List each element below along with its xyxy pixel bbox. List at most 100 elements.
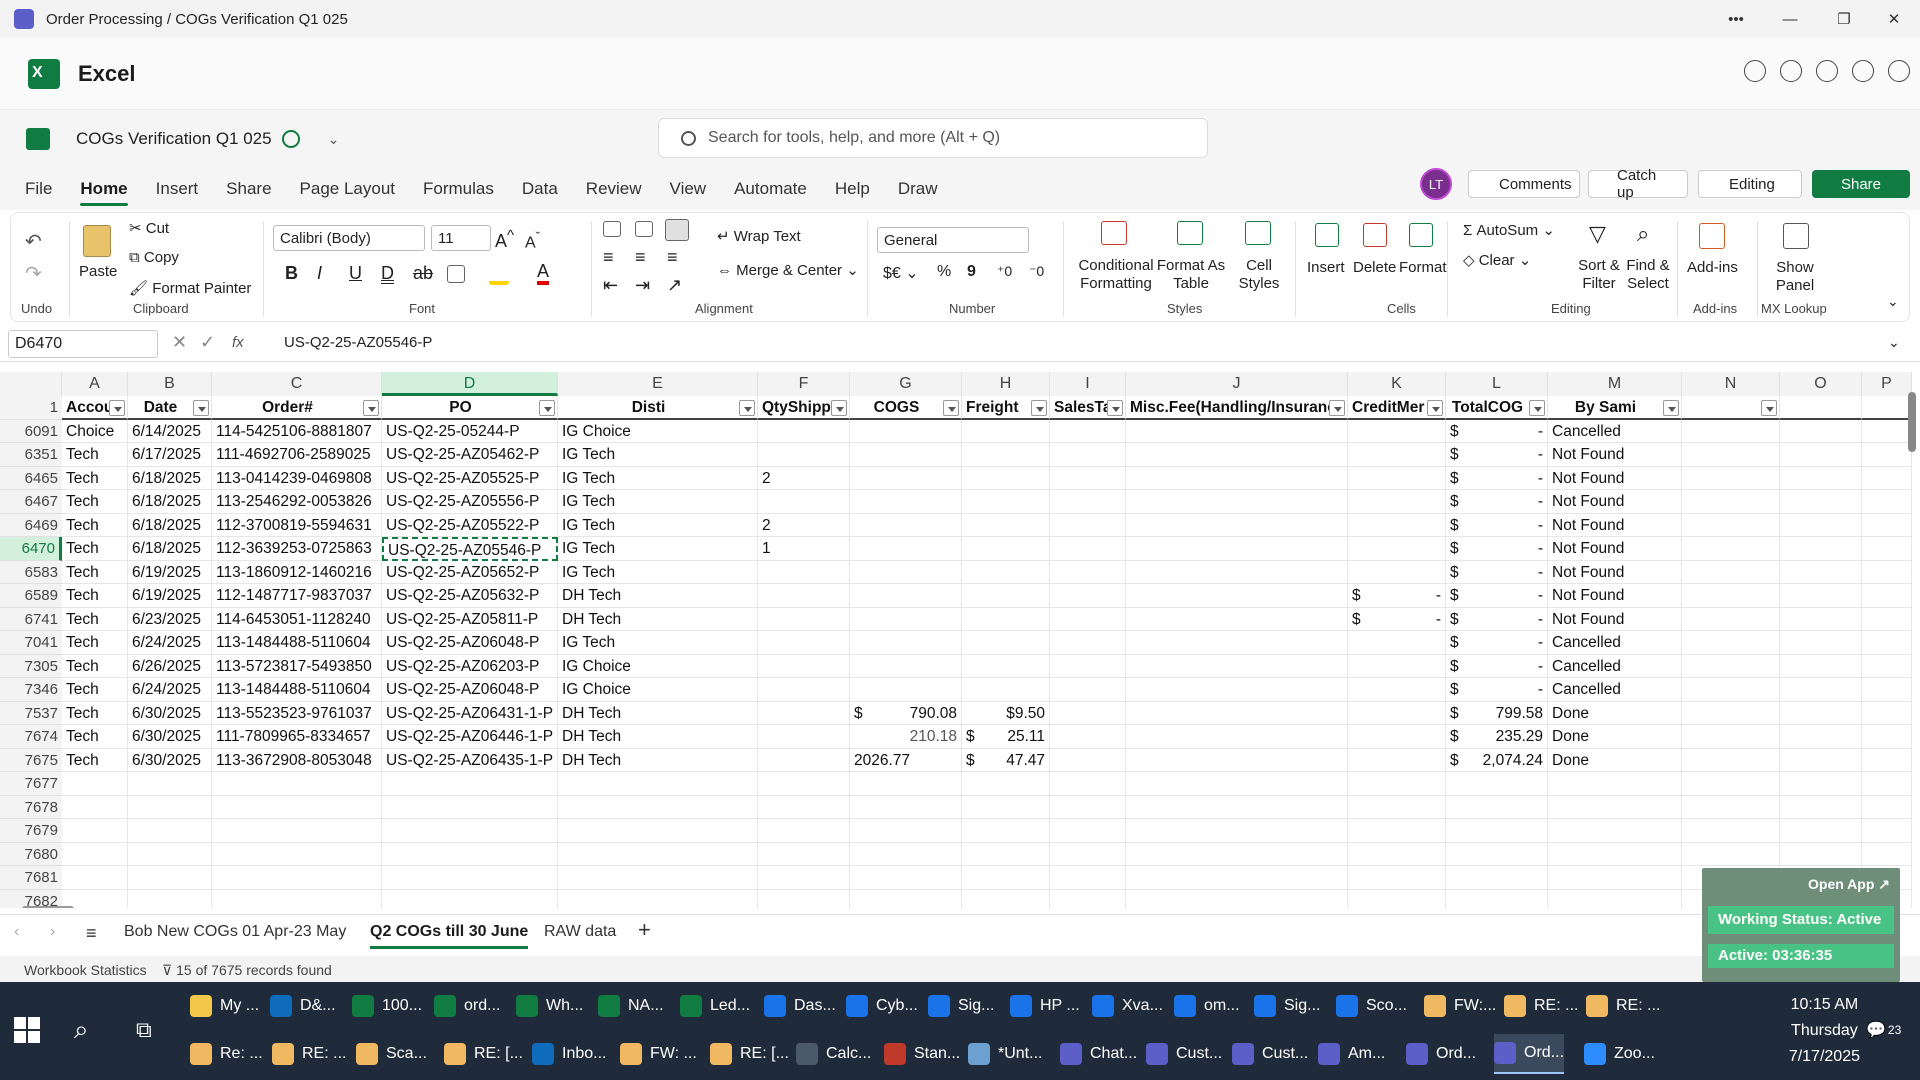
table-cell[interactable] — [1780, 819, 1862, 843]
taskbar-app-button[interactable]: FW:... — [1424, 986, 1496, 1026]
filter-dropdown-icon[interactable] — [1663, 400, 1679, 416]
cell-account[interactable]: Tech — [62, 490, 128, 514]
table-cell[interactable] — [1050, 866, 1126, 890]
table-cell[interactable] — [1682, 772, 1780, 796]
cell-qty-shipped[interactable]: 2 — [758, 513, 850, 537]
table-cell[interactable] — [1862, 701, 1912, 725]
cell-freight-value[interactable] — [962, 631, 1050, 655]
cell-misc-fee[interactable] — [1126, 466, 1348, 490]
cell-sales-tax[interactable] — [1050, 490, 1126, 514]
addins-icon[interactable] — [1699, 223, 1725, 249]
align-middle-icon[interactable] — [635, 221, 653, 237]
cell-disti[interactable]: DH Tech — [558, 725, 758, 749]
cell-disti[interactable]: IG Tech — [558, 631, 758, 655]
cell-by-sami[interactable]: Cancelled — [1548, 419, 1682, 443]
column-header-a[interactable]: A — [62, 372, 128, 396]
undo-icon[interactable]: ↶ — [25, 229, 42, 254]
cell-account[interactable]: Tech — [62, 631, 128, 655]
cell-date[interactable]: 6/18/2025 — [128, 537, 212, 561]
taskbar-app-button[interactable]: Cust... — [1146, 1034, 1222, 1074]
table-cell[interactable] — [558, 772, 758, 796]
cell-po[interactable]: US-Q2-25-AZ05632-P — [382, 584, 558, 608]
notification-center-icon[interactable]: 💬 23 — [1866, 1010, 1901, 1050]
all-sheets-icon[interactable]: ≡ — [86, 923, 97, 944]
cell-styles-icon[interactable] — [1245, 221, 1271, 245]
cell-po[interactable]: US-Q2-25-AZ06203-P — [382, 654, 558, 678]
table-cell[interactable] — [1682, 819, 1780, 843]
cell-by-sami[interactable]: Not Found — [1548, 490, 1682, 514]
row-header[interactable]: 7305 — [0, 654, 62, 678]
cell-po[interactable]: US-Q2-25-AZ05811-P — [382, 607, 558, 631]
column-header-g[interactable]: G — [850, 372, 962, 396]
cut-button[interactable]: ✂ Cut — [129, 219, 169, 237]
cell-credit-memo-value[interactable] — [1348, 443, 1446, 467]
tab-home[interactable]: Home — [66, 168, 141, 210]
tab-share[interactable]: Share — [212, 168, 285, 210]
table-cell[interactable] — [212, 866, 382, 890]
tab-draw[interactable]: Draw — [884, 168, 952, 210]
cell-by-sami[interactable]: Cancelled — [1548, 654, 1682, 678]
redo-icon[interactable]: ↷ — [25, 261, 42, 286]
taskbar-app-button[interactable]: RE: ... — [272, 1034, 346, 1074]
cell-qty-shipped[interactable] — [758, 607, 850, 631]
cell-account[interactable]: Tech — [62, 678, 128, 702]
format-cells-button[interactable]: Format — [1399, 259, 1447, 276]
filter-dropdown-icon[interactable] — [1329, 400, 1345, 416]
table-cell[interactable] — [1548, 842, 1682, 866]
filter-dropdown-icon[interactable] — [1107, 400, 1123, 416]
fill-color-icon[interactable] — [489, 265, 509, 285]
cell-disti[interactable]: DH Tech — [558, 607, 758, 631]
table-cell[interactable] — [212, 889, 382, 908]
cell-total-cogs-value[interactable]: 2,074.24 — [1446, 748, 1548, 772]
table-cell[interactable] — [850, 842, 962, 866]
taskbar-app-button[interactable]: Calc... — [796, 1034, 871, 1074]
sheet-tab-raw-data[interactable]: RAW data — [544, 923, 616, 941]
cell-sales-tax[interactable] — [1050, 607, 1126, 631]
table-cell[interactable] — [1548, 866, 1682, 890]
cell-by-sami[interactable]: Not Found — [1548, 607, 1682, 631]
table-cell[interactable] — [382, 889, 558, 908]
cell-misc-fee[interactable] — [1126, 419, 1348, 443]
cell-disti[interactable]: IG Tech — [558, 513, 758, 537]
table-cell[interactable] — [1862, 772, 1912, 796]
cell-qty-shipped[interactable] — [758, 443, 850, 467]
increase-decimal-icon[interactable]: ⁺0 — [997, 263, 1012, 280]
cell-po[interactable]: US-Q2-25-AZ06431-1-P — [382, 701, 558, 725]
minimize-icon[interactable]: — — [1764, 0, 1816, 38]
taskbar-app-button[interactable]: Stan... — [884, 1034, 960, 1074]
taskbar-app-button[interactable]: RE: [... — [444, 1034, 523, 1074]
table-cell[interactable] — [128, 795, 212, 819]
cell-total-cogs-value[interactable]: - — [1446, 560, 1548, 584]
table-cell[interactable] — [382, 866, 558, 890]
table-cell[interactable] — [382, 772, 558, 796]
table-cell[interactable] — [128, 772, 212, 796]
prev-sheet-icon[interactable]: ‹ — [14, 923, 19, 941]
table-cell[interactable] — [558, 795, 758, 819]
table-cell[interactable] — [1862, 537, 1912, 561]
system-clock[interactable]: 10:15 AM Thursday 7/17/2025 — [1789, 992, 1860, 1070]
column-header-c[interactable]: C — [212, 372, 382, 396]
cell-freight-value[interactable] — [962, 466, 1050, 490]
taskbar-app-button[interactable]: RE: ... — [1586, 986, 1660, 1026]
add-sheet-icon[interactable]: + — [638, 917, 651, 943]
cell-order-number[interactable]: 113-1484488-5110604 — [212, 631, 382, 655]
filter-dropdown-icon[interactable] — [1031, 400, 1047, 416]
taskbar-app-button[interactable]: Re: ... — [190, 1034, 263, 1074]
link-icon[interactable] — [1816, 60, 1838, 82]
table-cell[interactable] — [62, 819, 128, 843]
formula-content[interactable]: US-Q2-25-AZ05546-P — [284, 334, 432, 351]
cell-freight-value[interactable] — [962, 537, 1050, 561]
catch-up-button[interactable]: Catch up — [1588, 167, 1688, 201]
table-cell[interactable] — [1862, 795, 1912, 819]
cell-disti[interactable]: IG Choice — [558, 678, 758, 702]
workbook-statistics[interactable]: Workbook Statistics — [24, 962, 147, 978]
cell-order-number[interactable]: 113-1484488-5110604 — [212, 678, 382, 702]
cell-po[interactable]: US-Q2-25-AZ06048-P — [382, 631, 558, 655]
cell-disti[interactable]: DH Tech — [558, 701, 758, 725]
cell-total-cogs-value[interactable]: - — [1446, 537, 1548, 561]
table-cell[interactable] — [1682, 584, 1780, 608]
cell-cogs-value[interactable] — [850, 419, 962, 443]
cell-freight-value[interactable] — [962, 678, 1050, 702]
table-cell[interactable] — [1682, 748, 1780, 772]
table-cell[interactable] — [1682, 513, 1780, 537]
